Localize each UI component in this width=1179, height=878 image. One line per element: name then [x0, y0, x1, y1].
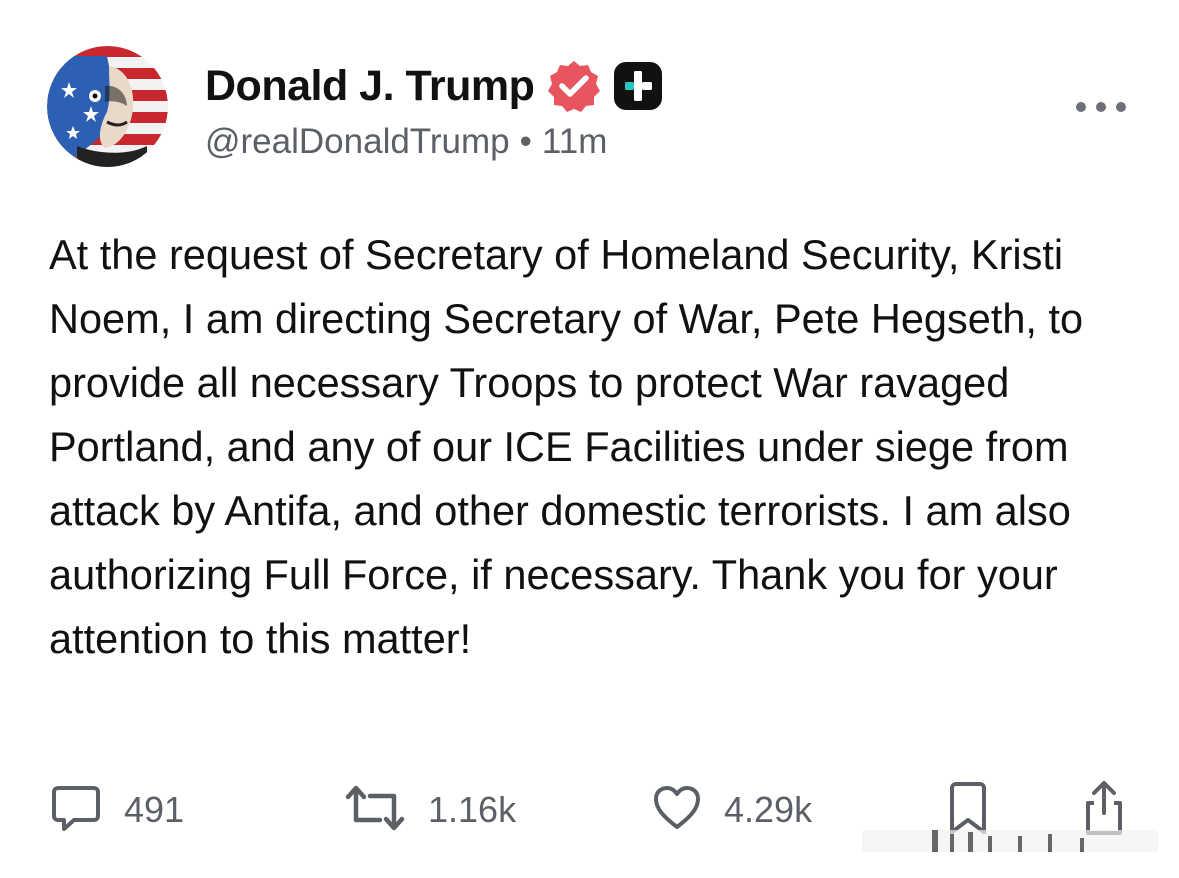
author-display-name[interactable]: Donald J. Trump	[205, 62, 535, 111]
comment-icon	[50, 782, 102, 839]
retruth-count: 1.16k	[428, 789, 517, 830]
avatar-flag-portrait-icon	[47, 46, 168, 167]
heart-icon	[652, 784, 702, 837]
post-time[interactable]: 11m	[542, 122, 608, 161]
like-count: 4.29k	[724, 789, 813, 830]
watermark-overlay	[862, 826, 1158, 856]
verified-badge-icon	[546, 58, 602, 114]
meta-separator: •	[519, 122, 532, 161]
repost-icon	[344, 782, 406, 839]
like-button[interactable]: 4.29k	[652, 778, 812, 842]
reply-button[interactable]: 491	[50, 778, 184, 842]
retruth-button[interactable]: 1.16k	[344, 778, 516, 842]
author-handle[interactable]: @realDonaldTrump	[205, 122, 510, 161]
more-options-icon[interactable]	[1072, 92, 1130, 122]
author-avatar[interactable]	[47, 46, 168, 167]
post-body: At the request of Secretary of Homeland …	[49, 231, 1095, 662]
plus-badge-icon	[610, 58, 666, 114]
reply-count: 491	[124, 789, 185, 830]
author-name-row: Donald J. Trump	[205, 58, 666, 114]
author-meta: @realDonaldTrump • 11m	[205, 122, 607, 162]
truth-post: Donald J. Trump @realDonaldTrump • 11m At …	[0, 0, 1179, 878]
